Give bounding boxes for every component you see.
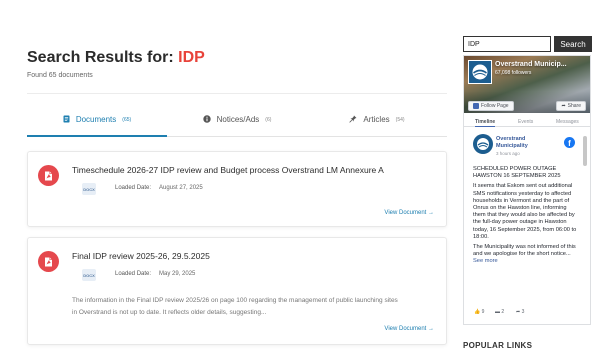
facebook-page-widget: Overstrand Municip... 67,098 followers F…	[463, 55, 591, 325]
results-count: Found 65 documents	[27, 72, 93, 79]
comment-action[interactable]: ▬ 2	[495, 309, 504, 315]
tab-count: (54)	[395, 117, 405, 123]
post-author-avatar[interactable]	[473, 134, 493, 154]
share-label: Share	[567, 103, 581, 109]
tab-label: Documents	[75, 115, 117, 124]
tab-events[interactable]: Events	[518, 119, 533, 125]
follow-page-button[interactable]: Follow Page	[468, 101, 514, 111]
pin-icon	[349, 115, 357, 125]
see-more-link[interactable]: See more	[473, 258, 498, 264]
scrollbar[interactable]	[583, 136, 587, 166]
like-action[interactable]: 👍 9	[474, 309, 484, 315]
tab-count: (6)	[265, 117, 272, 123]
tab-articles[interactable]: Articles (54)	[307, 108, 447, 137]
page-title: Search Results for: IDP	[27, 49, 205, 67]
loaded-date-value: May 29, 2025	[159, 271, 196, 277]
view-document-link[interactable]: View Document →	[384, 210, 434, 216]
facebook-logo-icon: f	[564, 137, 575, 148]
comment-count: 2	[501, 309, 505, 315]
loaded-date: Loaded Date: May 29, 2025	[115, 271, 195, 277]
tab-timeline[interactable]: Timeline	[475, 119, 496, 127]
result-tabs: Documents (65) Notices/Ads (6) Articles …	[27, 108, 447, 137]
municipality-logo[interactable]	[468, 60, 492, 84]
search-button[interactable]: Search	[554, 36, 592, 52]
document-icon	[63, 115, 70, 125]
share-button[interactable]: ➦ Share	[556, 101, 586, 111]
facebook-page-name[interactable]: Overstrand Municip...	[495, 61, 567, 68]
loaded-date-value: August 27, 2025	[159, 185, 203, 191]
loaded-date: Loaded Date: August 27, 2025	[115, 185, 203, 191]
post-author[interactable]: Overstrand Municipality	[496, 136, 556, 150]
result-title[interactable]: Timeschedule 2026-27 IDP review and Budg…	[72, 165, 384, 175]
loaded-label: Loaded Date:	[115, 185, 152, 191]
facebook-tabs: Timeline Events Messages	[464, 116, 590, 127]
popular-links-heading: POPULAR LINKS	[463, 341, 533, 350]
facebook-follower-count: 67,098 followers	[495, 70, 532, 76]
follow-page-label: Follow Page	[481, 103, 509, 109]
comment-icon: ▬	[495, 309, 500, 315]
post-body: SCHEDULED POWER OUTAGE HAWSTON 16 SEPTEM…	[473, 166, 577, 269]
docx-file-badge: DOCX	[82, 183, 96, 195]
post-timestamp[interactable]: 3 hours ago	[496, 151, 520, 156]
info-circle-icon	[202, 115, 211, 125]
post-paragraph: The Municipality was not informed of thi…	[473, 244, 577, 266]
search-term: IDP	[178, 49, 205, 66]
result-card: Timeschedule 2026-27 IDP review and Budg…	[27, 151, 447, 227]
tab-label: Notices/Ads	[216, 115, 260, 124]
result-title[interactable]: Final IDP review 2025-26, 29.5.2025	[72, 251, 210, 261]
post-paragraph: It seems that Eskom sent out additional …	[473, 183, 577, 240]
share-count: 3	[521, 309, 525, 315]
reaction-count: 9	[481, 309, 485, 315]
share-icon: ➦	[516, 309, 521, 315]
title-prefix: Search Results for:	[27, 49, 179, 66]
tab-notices-ads[interactable]: Notices/Ads (6)	[167, 108, 307, 137]
pdf-file-icon	[38, 165, 59, 186]
tab-label: Articles	[363, 115, 390, 124]
post-paragraph-text: The Municipality was not informed of thi…	[473, 244, 576, 258]
result-card: Final IDP review 2025-26, 29.5.2025 DOCX…	[27, 237, 447, 345]
facebook-f-icon	[473, 103, 479, 109]
thumbs-up-icon: 👍	[474, 309, 481, 315]
share-action[interactable]: ➦ 3	[516, 309, 524, 315]
tab-documents[interactable]: Documents (65)	[27, 108, 167, 137]
result-description: The information in the Final IDP review …	[72, 297, 398, 316]
tab-messages[interactable]: Messages	[556, 119, 579, 125]
loaded-label: Loaded Date:	[115, 271, 152, 277]
view-document-link[interactable]: View Document →	[384, 326, 434, 332]
divider	[27, 93, 447, 94]
share-arrow-icon: ➦	[561, 103, 566, 109]
post-actions: 👍 9 ▬ 2 ➦ 3	[473, 309, 577, 319]
tab-count: (65)	[122, 117, 132, 123]
post-paragraph: SCHEDULED POWER OUTAGE HAWSTON 16 SEPTEM…	[473, 166, 561, 180]
docx-file-badge: DOCX	[82, 269, 96, 281]
search-input[interactable]	[463, 36, 551, 52]
pdf-file-icon	[38, 251, 59, 272]
